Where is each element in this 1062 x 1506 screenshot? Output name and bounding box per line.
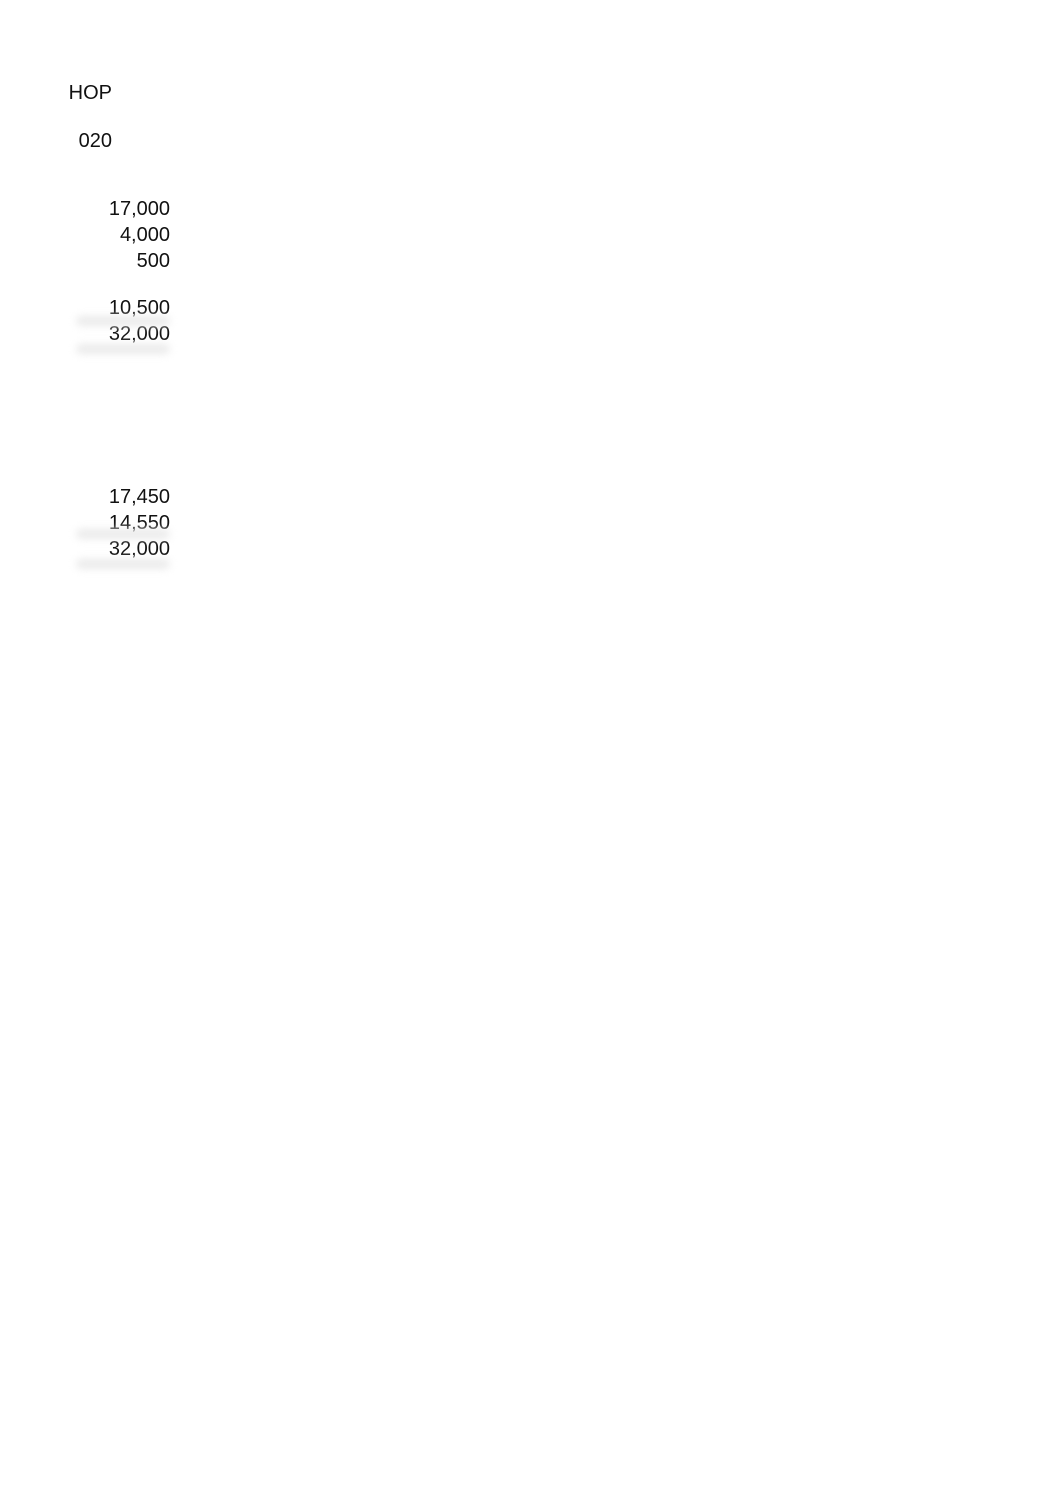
header-line-1: HOP (0, 82, 112, 105)
block1-value-0: 17,000 (0, 198, 170, 221)
block1-value-4: 32,000 (0, 323, 170, 346)
divider-blur (76, 316, 170, 326)
divider-blur (76, 529, 170, 539)
block2-value-0: 17,450 (0, 486, 170, 509)
divider-blur (76, 344, 170, 354)
divider-blur (76, 559, 170, 569)
header-line-2: 020 (0, 130, 112, 153)
block1-value-1: 4,000 (0, 224, 170, 247)
block2-value-2: 32,000 (0, 538, 170, 561)
document-page: HOP 020 17,000 4,000 500 10,500 32,000 1… (0, 0, 1062, 1506)
block1-value-2: 500 (0, 250, 170, 273)
